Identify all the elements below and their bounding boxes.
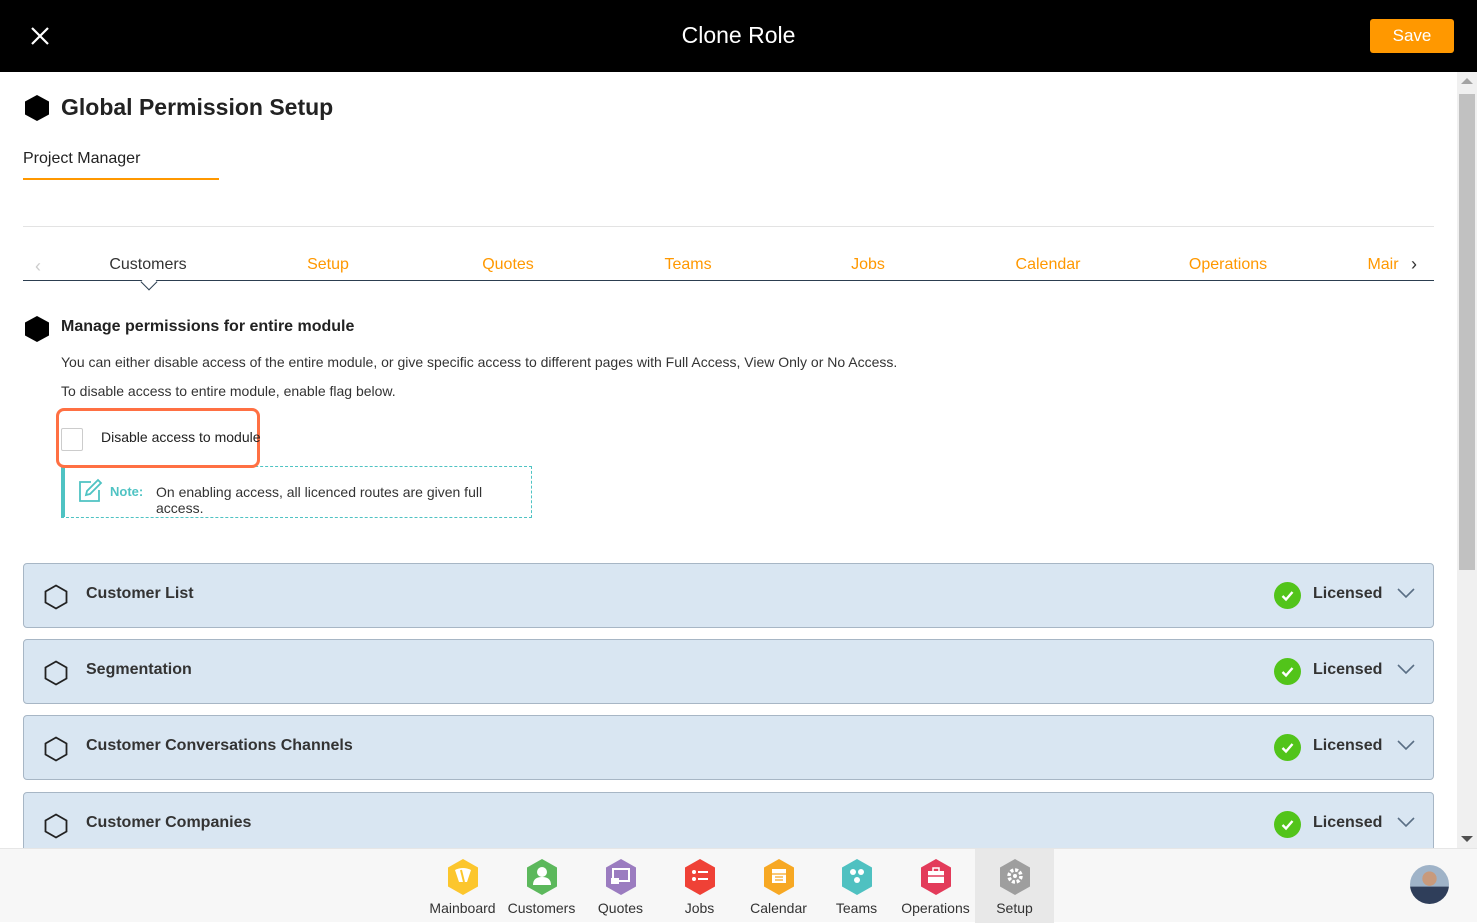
licensed-status: Licensed [1313,585,1383,602]
scroll-down-icon[interactable] [1461,836,1473,842]
note-text: On enabling access, all licenced routes … [156,484,483,516]
top-bar: Clone Role Save [0,0,1477,72]
scrollbar-thumb[interactable] [1459,94,1475,570]
save-button[interactable]: Save [1370,19,1454,53]
permission-section[interactable]: Customer List Licensed [23,563,1434,628]
scrollbar[interactable] [1457,72,1477,848]
dock-item-operations[interactable]: Operations [896,849,975,923]
licensed-status: Licensed [1313,661,1383,678]
dock-item-quotes[interactable]: Quotes [581,849,660,923]
hexagon-outline-icon [44,813,68,839]
user-avatar[interactable] [1410,865,1449,904]
gear-icon [1000,859,1030,895]
hexagon-outline-icon [44,736,68,762]
chevron-down-icon[interactable] [1396,738,1416,752]
check-circle-icon [1274,734,1301,761]
module-heading: Manage permissions for entire module [61,318,355,335]
permission-section[interactable]: Customer Conversations Channels Licensed [23,715,1434,780]
edit-note-icon [79,478,103,502]
note-label: Note: [110,484,144,499]
dock-label: Setup [996,900,1033,916]
dock-item-jobs[interactable]: Jobs [660,849,739,923]
tab-jobs[interactable]: Jobs [851,256,885,274]
mainboard-icon [448,859,478,895]
tab-calendar[interactable]: Calendar [1016,256,1081,274]
operations-icon [921,859,951,895]
section-name: Customer List [86,585,194,602]
chevron-left-icon[interactable]: ‹ [35,256,41,277]
chevron-down-icon[interactable] [1396,586,1416,600]
customer-icon [527,859,557,895]
hexagon-icon [25,316,49,342]
role-name[interactable]: Project Manager [23,150,140,168]
section-name: Segmentation [86,661,192,678]
role-underline [23,178,219,180]
tab-customers[interactable]: Customers [109,256,186,274]
check-circle-icon [1274,658,1301,685]
check-circle-icon [1274,582,1301,609]
app-dock: Mainboard Customers Quotes Jobs Calendar Team… [0,848,1477,923]
hexagon-outline-icon [44,660,68,686]
tab-teams[interactable]: Teams [664,256,711,274]
quotes-icon [606,859,636,895]
module-description: You can either disable access of the ent… [61,354,898,370]
dock-item-customers[interactable]: Customers [502,849,581,923]
page-title: Global Permission Setup [61,94,334,120]
chevron-down-icon[interactable] [1396,815,1416,829]
divider [23,226,1434,227]
teams-icon [842,859,872,895]
tab-operations[interactable]: Operations [1189,256,1267,274]
jobs-icon [685,859,715,895]
hexagon-icon [25,95,49,121]
dock-item-teams[interactable]: Teams [817,849,896,923]
hexagon-outline-icon [44,584,68,610]
chevron-right-icon[interactable]: › [1409,254,1434,275]
chevron-down-icon[interactable] [1396,662,1416,676]
licensed-status: Licensed [1313,737,1383,754]
permission-section[interactable]: Segmentation Licensed [23,639,1434,704]
dock-item-mainboard[interactable]: Mainboard [423,849,502,923]
section-name: Customer Companies [86,814,252,831]
checkbox-label[interactable]: Disable access to module [101,429,261,445]
scroll-up-icon[interactable] [1461,78,1473,84]
calendar-icon [764,859,794,895]
check-circle-icon [1274,811,1301,838]
note-box: Note: On enabling access, all licenced r… [61,466,532,518]
section-name: Customer Conversations Channels [86,737,353,754]
dialog-title: Clone Role [681,22,796,48]
module-instruction: To disable access to entire module, enab… [61,383,396,399]
module-tabs: ‹ Customers Setup Quotes Teams Jobs Cale… [23,250,1434,281]
tab-setup[interactable]: Setup [307,256,349,274]
tab-quotes[interactable]: Quotes [482,256,534,274]
licensed-status: Licensed [1313,814,1383,831]
tab-mainboard[interactable]: Mair [1367,256,1398,274]
disable-module-checkbox[interactable] [61,428,83,451]
dock-item-setup[interactable]: Setup [975,849,1054,923]
